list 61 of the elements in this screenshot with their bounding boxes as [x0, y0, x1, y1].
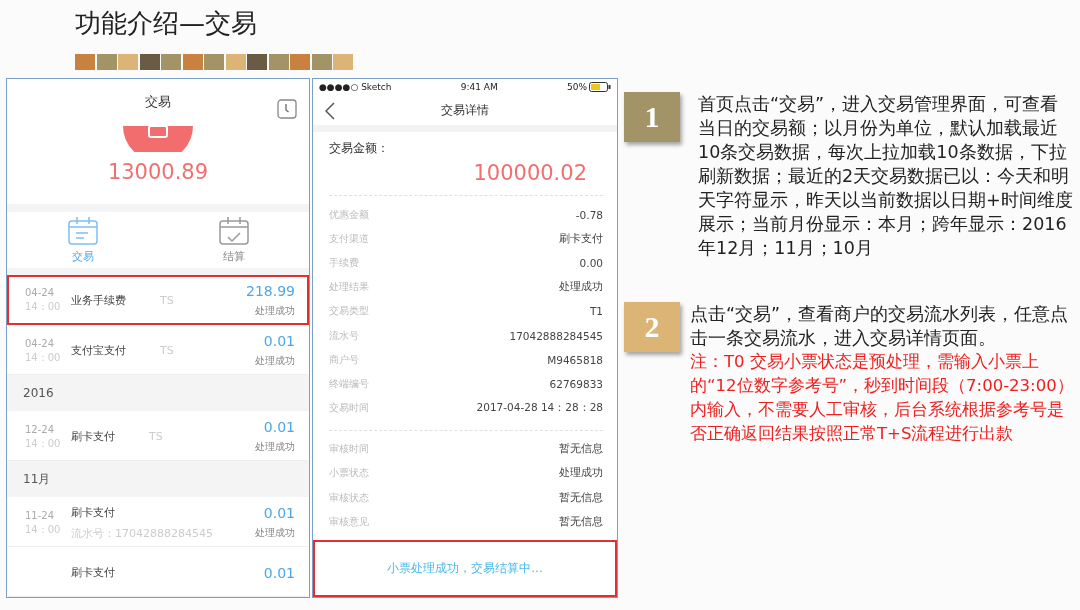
battery-percent: 50%: [567, 82, 587, 93]
transaction-date: 12-24: [25, 422, 56, 437]
transaction-name: 刷卡支付: [71, 429, 115, 444]
field-value: 处理成功: [559, 280, 603, 295]
screen-title: 交易详情: [441, 101, 489, 119]
clock-icon: [277, 99, 297, 119]
calendar-icon: [66, 216, 99, 246]
transaction-amount: 0.01: [262, 333, 295, 349]
slide-title: 功能介绍—交易: [75, 7, 258, 40]
field-label: 终端编号: [329, 376, 369, 391]
field-value: 0.00: [579, 256, 603, 269]
transaction-name: 刷卡支付: [71, 504, 115, 520]
field-label: 流水号: [329, 328, 359, 343]
transaction-status: 处理成功: [255, 355, 295, 368]
field-value: 刷卡支付: [559, 231, 603, 246]
transaction-status: 处理成功: [254, 304, 295, 318]
field-value: 暂无信息: [559, 442, 603, 457]
total-amount: 13000.89: [107, 159, 209, 184]
battery-icon: [589, 82, 611, 93]
transaction-row[interactable]: 刷卡支付 0.01: [7, 547, 309, 597]
transaction-amount: 0.01: [262, 419, 295, 435]
field-label: 交易时间: [329, 401, 369, 416]
transaction-name: 支付宝支付: [71, 343, 126, 358]
description-text: 注：T0 交易小票状态是预处理，需输入小票上的“12位数字参考号”，秒到时间段（7:00-23:00）内输入，不需要人工审核，后台系统根据参考号是否正确返回结果按照正常T+S流程进行出款: [690, 351, 1075, 445]
description-text: 首页点击“交易”，进入交易管理界面，可查看当日的交易额；以月份为单位，默认加载最近10条交易数据，每次上拉加载10条数据，下拉刷新数据；最近的2天交易数据已以：今天和明天字符显示，昨天以当前数据以日期+时间维度展示；当前月份显示：本月；跨年显示：2016年12月；11月；10月: [698, 93, 1074, 260]
transaction-date: 04-24: [25, 336, 56, 351]
amount-label: 交易金额：: [329, 140, 390, 158]
step-badge: 1: [624, 92, 680, 142]
transaction-amount: 0.01: [263, 564, 295, 581]
carrier-text: ●●●●○ Sketch: [319, 82, 392, 93]
field-value: -0.78: [575, 208, 603, 221]
transaction-date: 11-24: [25, 508, 56, 523]
clock-time: 9:41 AM: [460, 82, 498, 93]
transaction-name: 刷卡支付: [71, 565, 115, 580]
status-banner: 小票处理成功，交易结算中...: [313, 539, 617, 597]
field-label: 手续费: [329, 255, 359, 270]
field-value: 处理成功: [559, 466, 603, 481]
step-badge: 2: [624, 302, 680, 352]
back-icon: [325, 102, 335, 121]
field-label: 小票状态: [329, 466, 369, 481]
calendar-icon: [217, 216, 250, 246]
transaction-name: 业务手续费: [71, 292, 126, 308]
tab[interactable]: 结算: [158, 212, 309, 268]
field-label: 商户号: [329, 352, 359, 367]
screen-title: 交易: [145, 93, 171, 112]
transaction-amount: 0.01: [262, 505, 295, 521]
transaction-amount: 100000.02: [472, 161, 588, 186]
transaction-status: 处理成功: [255, 441, 295, 454]
transaction-amount: 218.99: [246, 282, 295, 299]
field-value: T1: [589, 305, 603, 318]
field-label: 支付渠道: [329, 231, 369, 246]
description-text: 点击“交易”，查看商户的交易流水列表，任意点击一条交易流水，进入交易详情页面。: [690, 303, 1070, 350]
field-value: 暂无信息: [559, 514, 603, 529]
field-label: 处理结果: [329, 280, 369, 295]
transaction-status: 处理成功: [255, 527, 295, 540]
field-value: 2017-04-28 14：28：28: [476, 401, 603, 416]
field-value: 暂无信息: [559, 490, 603, 505]
field-value: 17042888284545: [509, 329, 603, 342]
field-value: M9465818: [547, 353, 603, 366]
field-value: 62769833: [549, 377, 603, 390]
transaction-date: 04-24: [25, 286, 56, 300]
